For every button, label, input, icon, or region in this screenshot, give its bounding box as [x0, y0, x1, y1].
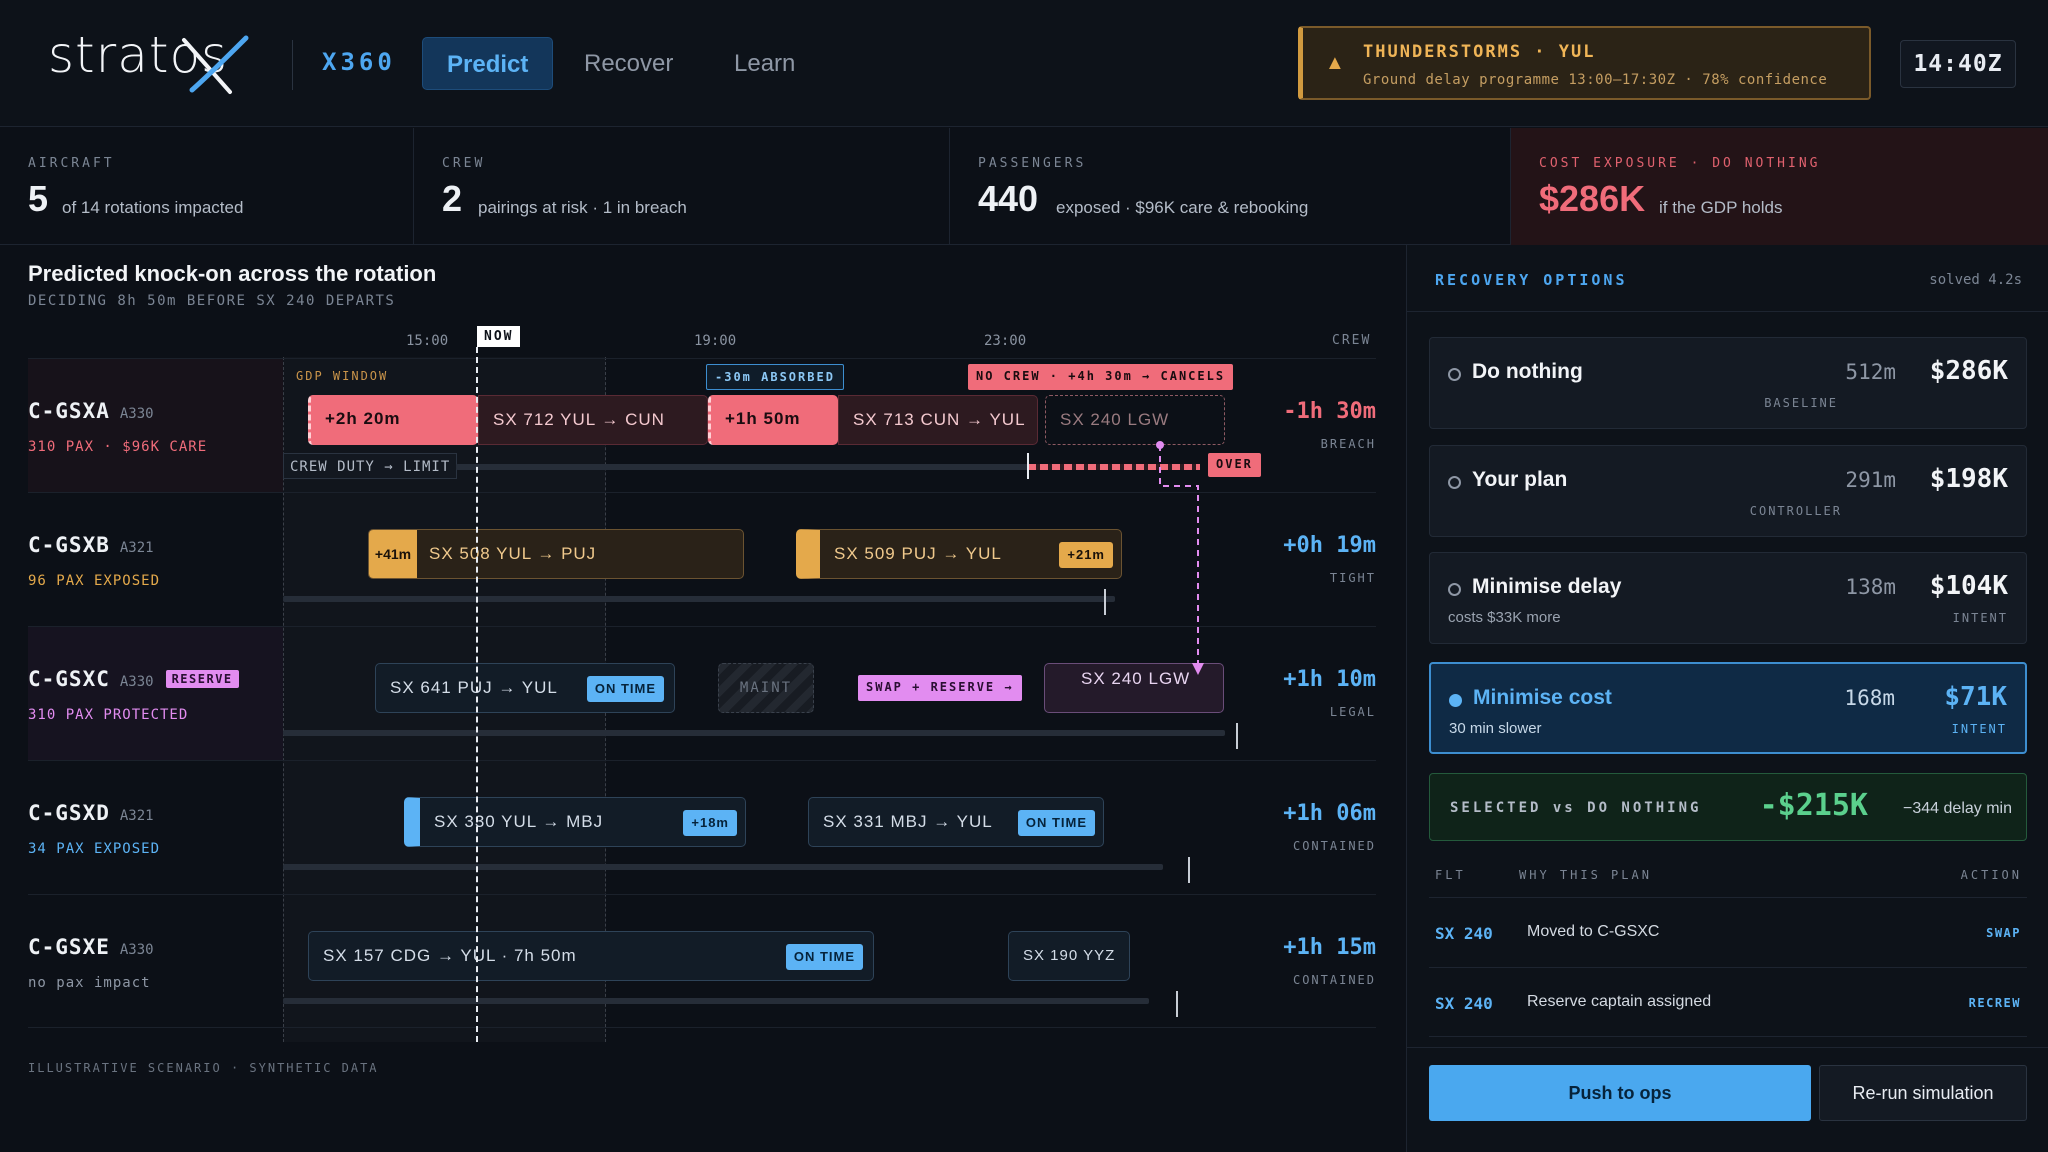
option-delay-minutes: 512m	[1845, 360, 1896, 384]
weather-alert[interactable]: ▲ THUNDERSTORMS · YUL Ground delay progr…	[1298, 26, 1871, 100]
option-minimise-cost[interactable]: Minimise cost 30 min slower 168m $71K IN…	[1429, 662, 2027, 754]
radio-icon	[1448, 476, 1461, 489]
table-row[interactable]: SX 240 Reserve captain assigned RECREW	[1429, 967, 2027, 1037]
kpi-label: PASSENGERS	[978, 156, 1087, 171]
flight-code: SX 240	[1435, 994, 1493, 1013]
kpi-label: CREW	[442, 156, 486, 171]
option-name: Minimise cost	[1473, 686, 1612, 709]
panel-divider	[1407, 311, 2048, 312]
kpi-desc: of 14 rotations impacted	[62, 198, 244, 217]
radio-icon	[1448, 368, 1461, 381]
action-type: SWAP	[1986, 926, 2021, 940]
option-cost: $71K	[1944, 682, 2007, 712]
product-name: X360	[322, 48, 396, 76]
option-your-plan[interactable]: Your plan 291m $198K CONTROLLER	[1429, 445, 2027, 537]
alert-subtitle: Ground delay programme 13:00–17:30Z · 78…	[1363, 72, 1828, 88]
option-tag: INTENT	[1951, 722, 2007, 736]
option-tag: BASELINE	[1764, 396, 1838, 410]
header-divider	[292, 40, 293, 90]
kpi-desc: exposed · $96K care & rebooking	[1056, 198, 1309, 217]
action-type: RECREW	[1968, 996, 2021, 1010]
alert-title: THUNDERSTORMS · YUL	[1363, 42, 1596, 62]
kpi-value: 2	[442, 178, 463, 219]
option-delay-minutes: 168m	[1844, 686, 1895, 710]
pax-impact: no pax impact	[28, 975, 151, 991]
kpi-label: AIRCRAFT	[28, 156, 115, 171]
tab-recover[interactable]: Recover	[560, 37, 697, 90]
option-cost: $104K	[1929, 571, 2008, 601]
connector-path	[1159, 445, 1199, 671]
option-name: Do nothing	[1472, 360, 1583, 383]
comparison-savings: -$215K	[1759, 788, 1868, 823]
kpi-strip: AIRCRAFT 5 of 14 rotations impacted CREW…	[0, 128, 2048, 245]
app-header: stratos X360 Predict Recover Learn ▲ THU…	[0, 0, 2048, 127]
knock-on-gantt: Predicted knock-on across the rotation D…	[0, 245, 1405, 1152]
now-marker: NOW	[477, 326, 521, 347]
kpi-desc: pairings at risk · 1 in breach	[478, 198, 687, 217]
kpi-label: COST EXPOSURE · DO NOTHING	[1539, 156, 1821, 171]
plan-reason: Reserve captain assigned	[1527, 993, 1712, 1010]
option-do-nothing[interactable]: Do nothing 512m $286K BASELINE	[1429, 337, 2027, 429]
option-delay-minutes: 291m	[1845, 468, 1896, 492]
kpi-value: $286K	[1539, 178, 1646, 219]
duty-limit-marker	[1176, 991, 1178, 1017]
radio-selected-icon	[1449, 694, 1462, 707]
comparison-delay: −344 delay min	[1903, 800, 2012, 817]
option-minimise-delay[interactable]: Minimise delay costs $33K more 138m $104…	[1429, 552, 2027, 644]
kpi-desc: if the GDP holds	[1659, 198, 1783, 217]
crew-status: CONTAINED	[1292, 973, 1376, 987]
utc-clock: 14:40Z	[1900, 40, 2016, 88]
selection-comparison: SELECTED vs DO NOTHING -$215K −344 delay…	[1429, 773, 2027, 841]
option-name: Minimise delay	[1472, 575, 1622, 598]
kpi-passengers: PASSENGERS 440 exposed · $96K care & reb…	[950, 128, 1511, 245]
option-subtext: 30 min slower	[1449, 720, 1542, 737]
table-header-why: WHY THIS PLAN	[1519, 868, 1652, 882]
option-tag: CONTROLLER	[1749, 504, 1842, 518]
connector-arrow-icon	[1192, 663, 1204, 675]
flight-code: SX 240	[1435, 924, 1493, 943]
option-tag: INTENT	[1952, 611, 2008, 625]
logo-x-mark	[182, 35, 249, 94]
crew-duty-track	[283, 998, 1149, 1004]
recovery-title: RECOVERY OPTIONS	[1435, 271, 1628, 289]
recovery-panel: RECOVERY OPTIONS solved 4.2s Do nothing …	[1406, 245, 2048, 1152]
tab-predict[interactable]: Predict	[422, 37, 554, 90]
option-delay-minutes: 138m	[1845, 575, 1896, 599]
option-name: Your plan	[1472, 468, 1568, 491]
table-header-flt: FLT	[1435, 868, 1466, 882]
comparison-label: SELECTED vs DO NOTHING	[1450, 800, 1702, 816]
kpi-cost-exposure: COST EXPOSURE · DO NOTHING $286K if the …	[1511, 128, 2048, 245]
kpi-value: 5	[28, 178, 49, 219]
kpi-crew: CREW 2 pairings at risk · 1 in breach	[414, 128, 950, 245]
kpi-aircraft: AIRCRAFT 5 of 14 rotations impacted	[0, 128, 414, 245]
option-subtext: costs $33K more	[1448, 609, 1561, 626]
now-line	[476, 347, 478, 1042]
kpi-value: 440	[978, 178, 1039, 219]
warning-icon: ▲	[1325, 52, 1345, 74]
radio-icon	[1448, 583, 1461, 596]
swap-connector	[1156, 441, 1204, 675]
option-cost: $286K	[1929, 356, 2008, 386]
option-cost: $198K	[1929, 464, 2008, 494]
footer-divider	[1407, 1047, 2048, 1048]
solve-time: solved 4.2s	[1929, 272, 2022, 288]
table-header-action: ACTION	[1960, 868, 2022, 882]
rerun-simulation-button[interactable]: Re-run simulation	[1819, 1065, 2027, 1121]
plan-reason: Moved to C-GSXC	[1527, 923, 1660, 940]
table-row[interactable]: SX 240 Moved to C-GSXC SWAP	[1429, 897, 2027, 967]
tab-learn[interactable]: Learn	[710, 37, 819, 90]
footer-note: ILLUSTRATIVE SCENARIO · SYNTHETIC DATA	[28, 1061, 379, 1075]
on-time-badge: ON TIME	[785, 944, 863, 970]
push-to-ops-button[interactable]: Push to ops	[1429, 1065, 1811, 1121]
